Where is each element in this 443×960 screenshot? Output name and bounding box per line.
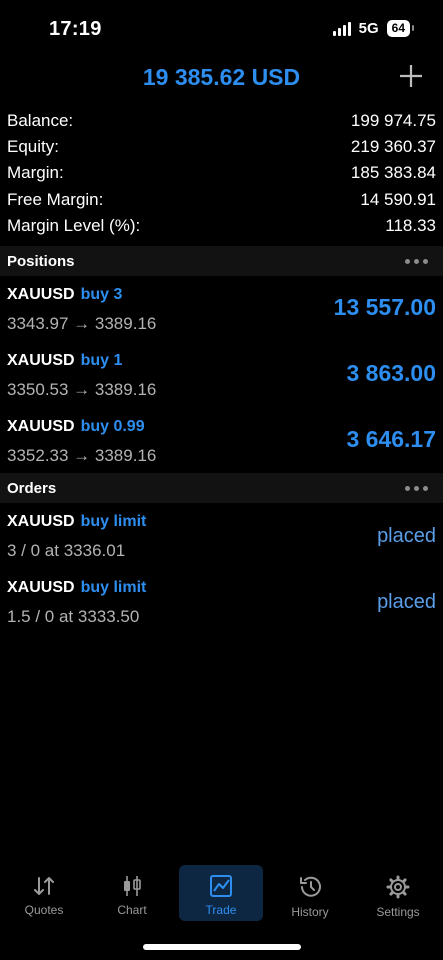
tab-label: Quotes xyxy=(24,903,64,917)
account-value: 199 974.75 xyxy=(350,111,436,131)
account-value: 118.33 xyxy=(385,215,436,235)
position-type: buy 0.99 xyxy=(80,418,145,435)
account-label: Free Margin: xyxy=(7,189,104,209)
tab-trade[interactable]: Trade xyxy=(179,865,263,921)
tab-bar: Quotes Chart Trade History Settings xyxy=(0,865,443,925)
order-details: 1.5 / 0 at 3333.50 xyxy=(7,607,140,626)
trade-icon xyxy=(210,875,232,897)
tab-label: Chart xyxy=(117,903,147,917)
add-icon[interactable] xyxy=(399,64,423,88)
account-value: 14 590.91 xyxy=(360,189,436,209)
order-type: buy limit xyxy=(80,513,147,530)
status-time: 17:19 xyxy=(49,18,102,40)
account-label: Margin: xyxy=(7,163,64,183)
tab-history[interactable]: History xyxy=(266,865,354,921)
position-profit: 13 557.00 xyxy=(333,294,436,320)
status-bar: 17:19 5G 64 xyxy=(0,0,443,60)
more-icon[interactable] xyxy=(405,485,428,491)
symbol: XAUUSD xyxy=(7,418,75,435)
symbol: XAUUSD xyxy=(7,579,75,596)
account-value: 219 360.37 xyxy=(350,137,436,157)
section-title: Positions xyxy=(7,252,75,270)
history-icon xyxy=(300,876,321,897)
orders-section-header: Orders xyxy=(0,473,443,503)
more-icon[interactable] xyxy=(405,258,428,264)
section-title: Orders xyxy=(7,479,57,497)
network-label: 5G xyxy=(358,20,379,37)
quotes-icon xyxy=(34,877,54,895)
order-details: 3 / 0 at 3336.01 xyxy=(7,541,126,560)
position-prices: 3352.33 → 3389.16 xyxy=(7,446,157,465)
symbol: XAUUSD xyxy=(7,352,75,369)
account-value: 185 383.84 xyxy=(350,163,436,183)
account-row-equity: Equity: 219 360.37 xyxy=(0,134,443,160)
position-type: buy 1 xyxy=(80,352,123,369)
page-title: 19 385.62 USD xyxy=(142,64,301,90)
header: 19 385.62 USD xyxy=(0,56,443,102)
tab-quotes[interactable]: Quotes xyxy=(0,865,88,921)
home-indicator[interactable] xyxy=(143,944,301,950)
position-profit: 3 646.17 xyxy=(346,426,436,452)
account-row-free-margin: Free Margin: 14 590.91 xyxy=(0,187,443,213)
position-type: buy 3 xyxy=(80,286,123,303)
account-label: Margin Level (%): xyxy=(7,215,141,235)
symbol: XAUUSD xyxy=(7,513,75,530)
account-summary: Balance: 199 974.75 Equity: 219 360.37 M… xyxy=(0,108,443,239)
order-type: buy limit xyxy=(80,579,147,596)
candlestick-icon xyxy=(124,876,141,896)
order-row[interactable]: XAUUSD buy limit 3 / 0 at 3336.01 placed xyxy=(0,503,443,569)
order-row[interactable]: XAUUSD buy limit 1.5 / 0 at 3333.50 place… xyxy=(0,569,443,635)
signal-icon xyxy=(332,21,351,36)
account-row-margin: Margin: 185 383.84 xyxy=(0,160,443,186)
position-row[interactable]: XAUUSD buy 1 3350.53 → 3389.16 3 863.00 xyxy=(0,342,443,408)
tab-settings[interactable]: Settings xyxy=(354,865,442,921)
tab-chart[interactable]: Chart xyxy=(88,865,176,921)
symbol: XAUUSD xyxy=(7,286,75,303)
position-row[interactable]: XAUUSD buy 0.99 3352.33 → 3389.16 3 646.1… xyxy=(0,408,443,474)
account-row-margin-level: Margin Level (%): 118.33 xyxy=(0,213,443,239)
position-prices: 3350.53 → 3389.16 xyxy=(7,380,157,399)
account-label: Balance: xyxy=(7,111,74,131)
position-prices: 3343.97 → 3389.16 xyxy=(7,314,157,333)
account-label: Equity: xyxy=(7,137,59,157)
account-row-balance: Balance: 199 974.75 xyxy=(0,108,443,134)
tab-label: Trade xyxy=(205,903,237,917)
gear-icon xyxy=(386,875,410,899)
battery-icon: 64 xyxy=(386,20,415,37)
position-row[interactable]: XAUUSD buy 3 3343.97 → 3389.16 13 557.00 xyxy=(0,276,443,342)
order-status: placed xyxy=(377,525,436,547)
positions-section-header: Positions xyxy=(0,246,443,276)
position-profit: 3 863.00 xyxy=(346,360,436,386)
order-status: placed xyxy=(377,591,436,613)
tab-label: Settings xyxy=(376,905,420,919)
tab-label: History xyxy=(291,905,329,919)
